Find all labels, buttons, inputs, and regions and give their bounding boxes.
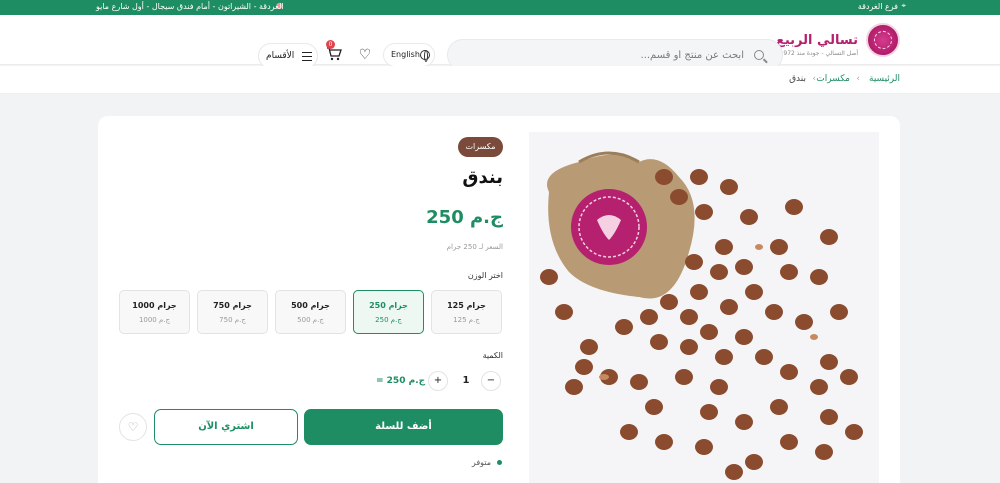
weight-option-label: 750 جرام [213,301,252,310]
breadcrumb-category[interactable]: مكسرات [816,74,850,84]
breadcrumb-home[interactable]: الرئيسية [869,74,900,84]
add-to-cart-button[interactable]: أضف للسلة [304,409,503,445]
stock-indicator-dot [497,460,502,465]
cart-button[interactable]: 0 [326,40,348,64]
site-header: تسالي الربيع أصل التسالي - جودة منذ 1972… [0,15,1000,71]
cart-count-badge: 0 [326,40,335,49]
weight-option-125[interactable]: 125 جرام 125 ج.م [431,290,502,334]
weight-option-price: 500 ج.م [297,316,324,324]
brand-logo[interactable] [866,23,900,57]
globe-icon [420,50,430,62]
unit-price-note: السعر لـ 250 جرام [446,243,503,251]
location-pin-icon: ⌖ [901,1,906,10]
brand-tagline: أصل التسالي - جودة منذ 1972 [779,50,858,57]
weight-option-250[interactable]: 250 جرام 250 ج.م [353,290,424,334]
menu-icon [302,52,312,61]
stock-status: متوفر [471,458,491,467]
heart-icon: ♡ [358,47,372,63]
quantity-decrease-button[interactable]: − [481,371,501,391]
breadcrumb-current: بندق [789,74,806,84]
add-to-wishlist-button[interactable]: ♡ [119,413,147,441]
language-switcher[interactable]: English [383,43,435,67]
product-image[interactable] [529,132,879,483]
quantity-total: = 250 ج.م [376,376,426,386]
weight-option-label: 250 جرام [369,301,408,310]
logo-ring-icon [874,31,892,49]
brand-name[interactable]: تسالي الربيع [776,33,858,48]
category-badge[interactable]: مكسرات [458,137,503,157]
breadcrumb-separator: ‹ [812,74,816,84]
weight-option-label: 1000 جرام [132,301,177,310]
product-price: 250 ج.م [426,207,503,228]
weight-option-label: 125 جرام [447,301,486,310]
top-announcement-bar: ⌖ فرع الغردقة ● الغردقة - الشيراتون - أم… [0,0,1000,15]
quantity-label: الكمية [482,351,503,360]
breadcrumb-separator: ‹ [856,74,860,84]
wishlist-button[interactable]: ♡ [355,46,375,64]
buy-now-button[interactable]: اشتري الآن [154,409,298,445]
quantity-value[interactable]: 1 [456,375,476,386]
heart-icon: ♡ [127,420,139,434]
weight-label: اختر الوزن [467,271,503,280]
weight-option-1000[interactable]: 1000 جرام 1000 ج.م [119,290,190,334]
weight-option-price: 250 ج.م [375,316,402,324]
weight-option-price: 750 ج.م [219,316,246,324]
branch-address: الغردقة - الشيراتون - أمام فندق سيجال - … [96,2,284,11]
weight-option-750[interactable]: 750 جرام 750 ج.م [197,290,268,334]
language-label: English [391,50,420,59]
branch-name[interactable]: فرع الغردقة [858,2,898,11]
product-title: بندق [462,167,503,188]
categories-label: الأقسام [266,51,295,61]
weight-option-label: 500 جرام [291,301,330,310]
quantity-increase-button[interactable]: + [428,371,448,391]
cart-icon [327,47,342,61]
weight-option-500[interactable]: 500 جرام 500 ج.م [275,290,346,334]
breadcrumb: الرئيسية ‹ مكسرات ‹ بندق [0,66,1000,94]
search-icon[interactable] [754,50,764,60]
weight-option-price: 1000 ج.م [138,316,171,324]
weight-option-price: 125 ج.م [453,316,480,324]
hazelnut-bag-image [540,151,863,480]
